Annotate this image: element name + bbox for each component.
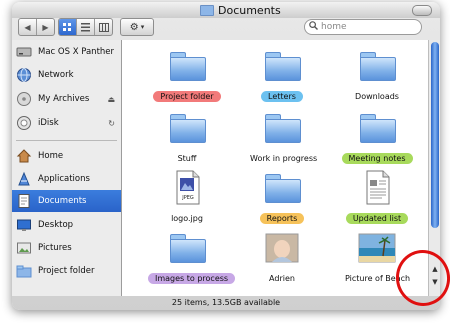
eject-icon[interactable]: ⏏ [107,95,115,104]
sidebar-item-applications[interactable]: Applications [12,168,121,190]
folder-icon [360,114,396,143]
folder-item-reports[interactable]: Reports [243,170,321,225]
folder-item-downloads[interactable]: Downloads [338,48,416,103]
window-title: Documents [200,4,281,17]
action-menu-button[interactable]: ⚙ ▾ [120,18,154,36]
folder-item-project-folder[interactable]: Project folder [148,48,226,103]
folder-item-stuff[interactable]: Stuff [148,110,226,165]
network-globe-icon [17,68,31,82]
file-item-adrien[interactable]: Adrien [243,230,321,285]
column-view-icon [98,22,109,32]
idisk-icon [17,116,31,130]
search-input[interactable] [321,22,409,32]
toolbar-toggle-button[interactable] [412,5,432,16]
sidebar-item-label: Documents [38,196,87,206]
list-view-button[interactable] [77,19,95,35]
folder-icon [265,174,301,203]
list-view-icon [81,22,90,31]
file-item-updated-list[interactable]: Updated list [338,170,416,225]
folder-icon [265,114,301,143]
documents-icon [18,194,30,208]
applications-icon [18,171,30,186]
sidebar-item-label: iDisk [38,118,59,128]
search-icon [309,21,318,33]
item-label: Project folder [153,91,221,102]
folder-item-images-to-process[interactable]: Images to process [148,230,236,285]
item-label: Letters [261,91,303,102]
finder-window: Documents ◀ ▶ ⚙ ▾ home Mac OS X Panther … [12,2,440,310]
toolbar: ◀ ▶ ⚙ ▾ [12,18,440,40]
sidebar-item-my-archives[interactable]: My Archives ⏏ [12,88,121,110]
sidebar: Mac OS X Panther Network My Archives ⏏ i… [12,40,122,296]
document-icon [366,170,390,205]
sidebar-item-label: Network [38,70,74,80]
jpeg-badge-text: JPEG [181,195,194,201]
status-text: 25 items, 13.5GB available [171,298,281,307]
sidebar-item-network[interactable]: Network [12,64,121,86]
home-icon [16,149,32,163]
folder-icon [265,52,301,81]
sidebar-item-label: Applications [38,174,90,184]
pictures-icon [17,242,31,254]
sidebar-item-label: Pictures [38,243,72,253]
sidebar-item-idisk[interactable]: iDisk ↻ [12,112,121,134]
disk-icon [17,92,31,106]
icon-view-icon [63,22,71,31]
jpeg-file-icon: JPEG [176,170,200,205]
folder-icon [200,5,214,16]
item-label: Meeting notes [341,153,413,164]
folder-icon [360,52,396,81]
item-label: logo.jpg [171,214,203,223]
sidebar-item-home[interactable]: Home [12,145,121,167]
project-folder-icon [16,265,32,278]
view-mode-control [58,18,113,36]
item-label: Work in progress [250,154,318,163]
back-forward-control: ◀ ▶ [18,18,55,36]
status-bar: 25 items, 13.5GB available [12,296,440,310]
hard-disk-icon [16,47,32,57]
sidebar-item-label: Project folder [38,266,95,276]
search-field[interactable] [304,19,422,35]
back-button[interactable]: ◀ [19,19,37,35]
sidebar-item-label: Home [38,151,64,161]
desktop-icon [17,219,31,231]
sidebar-item-label: Desktop [38,220,74,230]
forward-arrow-icon: ▶ [42,22,49,32]
file-item-logo-jpg[interactable]: JPEG logo.jpg [148,170,226,225]
sidebar-item-label: Mac OS X Panther [38,47,115,57]
gear-icon: ⚙ [129,21,139,33]
item-label: Stuff [177,154,197,163]
forward-button[interactable]: ▶ [37,19,54,35]
back-arrow-icon: ◀ [24,22,31,32]
item-label: Images to process [148,273,236,284]
folder-icon [170,234,206,263]
sidebar-item-documents[interactable]: Documents [12,190,121,212]
baby-photo-thumbnail [265,233,299,263]
window-title-text: Documents [218,4,281,17]
sidebar-item-project-folder[interactable]: Project folder [12,260,121,282]
sidebar-item-mac-os-x-panther[interactable]: Mac OS X Panther [12,41,121,63]
sidebar-item-label: My Archives [38,94,90,104]
column-view-button[interactable] [95,19,112,35]
folder-icon [170,52,206,81]
sidebar-item-pictures[interactable]: Pictures [12,237,121,259]
sidebar-divider [16,140,117,141]
sync-icon[interactable]: ↻ [108,119,115,128]
chevron-down-icon: ▾ [140,23,145,31]
title-bar[interactable]: Documents [12,2,440,18]
file-browser-pane: Project folder Letters Downloads Stuff W… [122,40,428,296]
item-label: Downloads [355,92,399,101]
folder-icon [170,114,206,143]
item-label: Adrien [269,274,295,283]
folder-item-work-in-progress[interactable]: Work in progress [243,110,321,165]
sidebar-item-desktop[interactable]: Desktop [12,214,121,236]
folder-item-letters[interactable]: Letters [243,48,321,103]
icon-view-button[interactable] [59,19,77,35]
item-label: Updated list [345,213,409,224]
beach-photo-thumbnail [358,233,396,263]
item-label: Reports [259,213,305,224]
folder-item-meeting-notes[interactable]: Meeting notes [338,110,416,165]
scrollbar-thumb[interactable] [431,42,439,228]
